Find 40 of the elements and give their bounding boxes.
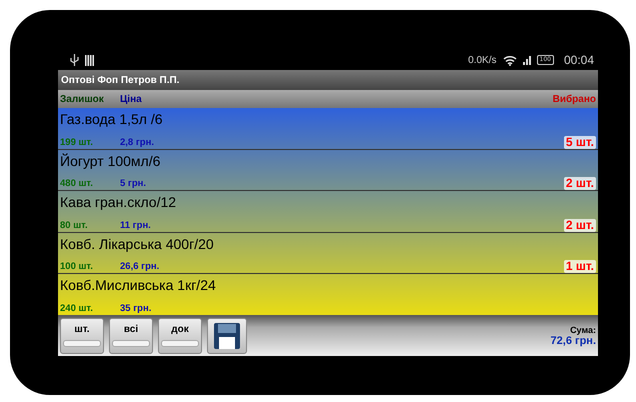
picked-quantity: 2 шт. (564, 177, 596, 190)
product-price: 11 грн. (120, 218, 151, 232)
filter-button[interactable]: док (158, 318, 202, 354)
picked-quantity: 5 шт. (564, 136, 596, 149)
product-name: Ковб. Лікарська 400г/20 (60, 234, 215, 253)
network-speed: 0.0K/s (468, 54, 497, 66)
wifi-icon (502, 54, 517, 66)
total-label: Сума: (570, 324, 596, 334)
stock-quantity: 80 шт. (60, 218, 89, 232)
product-row[interactable]: Газ.вода 1,5л /6 199 шт. 2,8 грн. 5 шт. (58, 108, 598, 150)
product-row[interactable]: Ковб.Мисливська 1кг/24 240 шт. 35 грн. (58, 274, 598, 315)
picked-heading: Вибрано (552, 94, 596, 104)
product-row[interactable]: Йогурт 100мл/6 480 шт. 5 грн. 2 шт. (58, 150, 598, 192)
product-name: Йогурт 100мл/6 (60, 152, 162, 170)
picked-quantity: 1 шт. (564, 260, 596, 274)
clock: 00:04 (564, 53, 594, 67)
product-row[interactable]: Ковб. Лікарська 400г/20 100 шт. 26,6 грн. 1 шт. (58, 232, 598, 274)
product-price: 5 грн. (120, 177, 146, 190)
filter-button[interactable]: всі (109, 318, 153, 354)
picked-quantity: 2 шт. (564, 218, 596, 232)
filter-button[interactable]: шт. (60, 318, 104, 354)
product-price: 26,6 грн. (120, 260, 160, 274)
product-price: 2,8 грн. (120, 136, 154, 149)
price-heading: Ціна (120, 94, 142, 104)
stock-quantity: 240 шт. (60, 302, 94, 315)
stock-quantity: 100 шт. (60, 260, 94, 274)
stock-quantity: 199 шт. (60, 136, 94, 149)
product-row[interactable]: Кава гран.скло/12 80 шт. 11 грн. 2 шт. (58, 191, 598, 233)
usb-icon (70, 54, 79, 66)
product-name: Ковб.Мисливська 1кг/24 (60, 276, 217, 294)
product-name: Газ.вода 1,5л /6 (60, 110, 164, 128)
window-title: Оптові Фоп Петров П.П. (61, 74, 180, 86)
stock-quantity: 480 шт. (60, 177, 94, 190)
save-button[interactable] (207, 318, 247, 354)
stock-heading: Залишок (60, 94, 105, 104)
sd-card-icon (85, 54, 94, 66)
product-price: 35 грн. (120, 302, 152, 315)
total-value: 72,6 грн. (550, 334, 596, 346)
product-name: Кава гран.скло/12 (60, 193, 178, 212)
signal-icon (522, 56, 531, 64)
